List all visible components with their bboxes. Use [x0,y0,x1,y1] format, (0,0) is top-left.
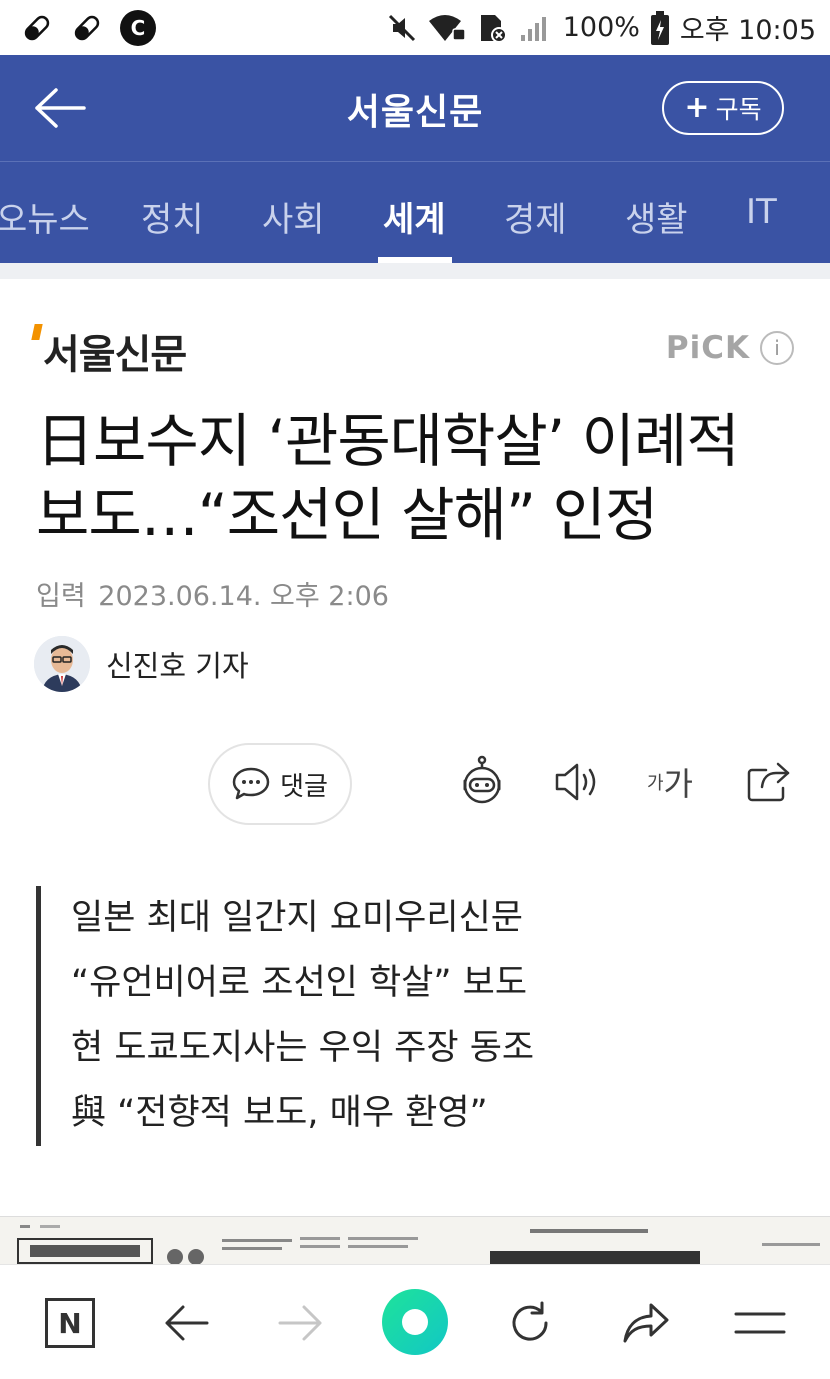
tab-life[interactable]: 생활 [625,192,688,241]
browser-forward-button[interactable] [271,1293,331,1353]
font-large-label: 가 [663,765,693,803]
reporter-info[interactable]: 신진호 기자 [34,636,249,692]
info-icon[interactable]: i [760,331,794,365]
comment-button[interactable]: 댓글 [208,743,352,825]
logo-mark-icon [31,324,43,340]
green-dot-button[interactable] [382,1289,448,1355]
article-title: 日보수지 ‘관동대학살’ 이례적 보도…“조선인 살해” 인정 [36,404,796,552]
avatar [34,636,90,692]
summary-line: 與 “전향적 보도, 매우 환영” [71,1093,488,1133]
subscribe-button[interactable]: + 구독 [662,81,784,135]
refresh-button[interactable] [500,1293,560,1353]
article-title-line: 日보수지 ‘관동대학살’ 이례적 [36,407,740,475]
menu-icon [734,1312,786,1334]
tab-politics[interactable]: 정치 [141,192,204,241]
nfc-icon [480,14,507,43]
app-header: 서울신문 + 구독 [0,55,830,161]
press-logo[interactable]: 서울신문 [31,322,187,380]
summary-line: “유언비어로 조선인 학살” 보도 [71,963,528,1003]
signal-icon [520,16,546,41]
browser-back-button[interactable] [156,1293,216,1353]
tab-world[interactable]: 세계 [383,192,446,241]
share-icon [623,1303,669,1343]
article-title-line: 보도…“조선인 살해” 인정 [36,481,658,549]
c-app-icon: C [120,9,156,46]
pill-icon [20,11,54,45]
date-label: 입력 [36,581,86,612]
reporter-name: 신진호 기자 [106,649,249,683]
speaker-icon [555,763,596,801]
back-arrow-icon [165,1305,209,1341]
summary-line: 일본 최대 일간지 요미우리신문 [71,898,523,938]
date-value: 2023.06.14. 오후 2:06 [98,581,389,612]
tab-news[interactable]: 오뉴스 [0,192,90,241]
summary-bot-button[interactable] [452,752,512,812]
status-bar: C 100% 오후 10:05 [0,0,830,55]
pick-label: PiCK [665,330,750,366]
tab-society[interactable]: 사회 [262,192,325,241]
browser-share-button[interactable] [616,1293,676,1353]
article-image[interactable] [0,1216,830,1264]
article-date: 입력 2023.06.14. 오후 2:06 [36,574,389,613]
summary-line: 현 도쿄도지사는 우익 주장 동조 [71,1028,535,1068]
pick-badge[interactable]: PiCK i [666,330,794,366]
wifi-lock-icon [428,14,466,41]
press-name: 서울신문 [43,332,187,378]
naver-home-icon: N [45,1298,95,1348]
menu-button[interactable] [730,1293,790,1353]
status-right-icons: 100% 오후 10:05 [387,8,816,47]
font-size-button[interactable]: 가가 [640,752,700,812]
refresh-icon [512,1301,548,1341]
section-divider [0,263,830,279]
comment-label: 댓글 [280,771,328,802]
robot-icon [463,755,501,804]
browser-bottom-nav: N [0,1264,830,1379]
category-tabs: 오뉴스 정치 사회 세계 경제 생활 IT [0,161,830,263]
plus-icon: + [684,90,710,125]
mute-icon [388,14,415,41]
comment-bubble-icon [232,767,270,800]
forward-arrow-icon [278,1305,322,1341]
green-dot-icon [402,1309,428,1335]
status-time: 오후 10:05 [679,15,816,46]
subscribe-label: 구독 [715,95,762,124]
tab-it[interactable]: IT [746,192,777,232]
pill-icon [70,11,104,45]
share-button[interactable] [738,752,798,812]
naver-home-button[interactable]: N [40,1293,100,1353]
read-aloud-button[interactable] [546,752,606,812]
status-left-icons: C [20,9,156,46]
article-summary: 일본 최대 일간지 요미우리신문 “유언비어로 조선인 학살” 보도 현 도쿄도… [36,886,534,1146]
tab-economy[interactable]: 경제 [504,192,567,241]
battery-percent: 100% [562,12,640,43]
font-small-label: 가 [646,773,664,794]
battery-charging-icon [650,10,669,45]
share-icon [747,762,790,802]
